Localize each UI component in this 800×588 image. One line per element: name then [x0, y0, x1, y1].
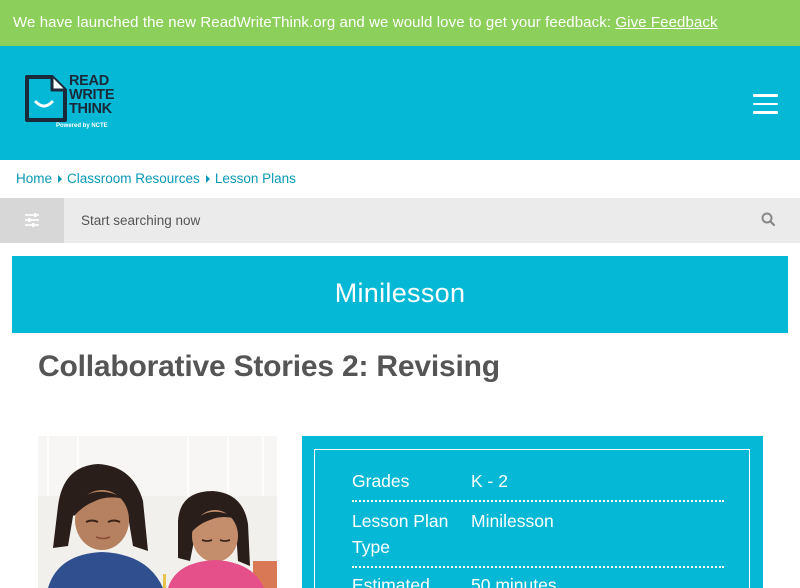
divider — [352, 500, 724, 502]
resource-type-header: Minilesson — [12, 256, 788, 333]
filter-button[interactable] — [0, 198, 64, 243]
banner-text: We have launched the new ReadWriteThink.… — [13, 14, 616, 31]
logo-wordmark: READ WRITE THINK — [69, 73, 115, 117]
menu-icon[interactable] — [753, 94, 778, 114]
breadcrumb-separator-icon — [205, 174, 210, 183]
divider — [352, 566, 724, 568]
detail-label: Estimated — [352, 575, 430, 588]
logo-powered-by: Powered by NCTE — [56, 123, 108, 129]
breadcrumb-separator-icon — [58, 174, 63, 183]
lesson-details-box: Grades K - 2 Lesson Plan Type Minilesson… — [314, 449, 750, 588]
detail-value: 50 minutes — [471, 575, 557, 588]
detail-label: Grades — [352, 471, 410, 491]
give-feedback-link[interactable]: Give Feedback — [615, 14, 717, 31]
detail-value: Minilesson — [471, 511, 554, 531]
detail-value: K - 2 — [471, 471, 508, 491]
breadcrumb-classroom-resources[interactable]: Classroom Resources — [67, 171, 200, 186]
readwritethink-logo[interactable]: READ WRITE THINK Powered by NCTE — [24, 74, 134, 136]
sliders-icon — [25, 213, 39, 227]
page-title: Collaborative Stories 2: Revising — [38, 350, 500, 383]
breadcrumb-home[interactable]: Home — [16, 171, 52, 186]
detail-label: Lesson Plan Type — [352, 511, 449, 557]
feedback-banner: We have launched the new ReadWriteThink.… — [0, 0, 800, 46]
search-input[interactable] — [64, 198, 744, 243]
breadcrumb: Home Classroom Resources Lesson Plans — [16, 171, 296, 186]
site-header: READ WRITE THINK Powered by NCTE — [0, 46, 800, 160]
lesson-photo — [38, 436, 277, 588]
search-icon[interactable] — [756, 208, 780, 232]
lesson-details-panel: Grades K - 2 Lesson Plan Type Minilesson… — [302, 436, 763, 588]
breadcrumb-lesson-plans[interactable]: Lesson Plans — [215, 171, 296, 186]
search-bar — [0, 198, 800, 243]
page-smile-icon — [25, 75, 67, 122]
